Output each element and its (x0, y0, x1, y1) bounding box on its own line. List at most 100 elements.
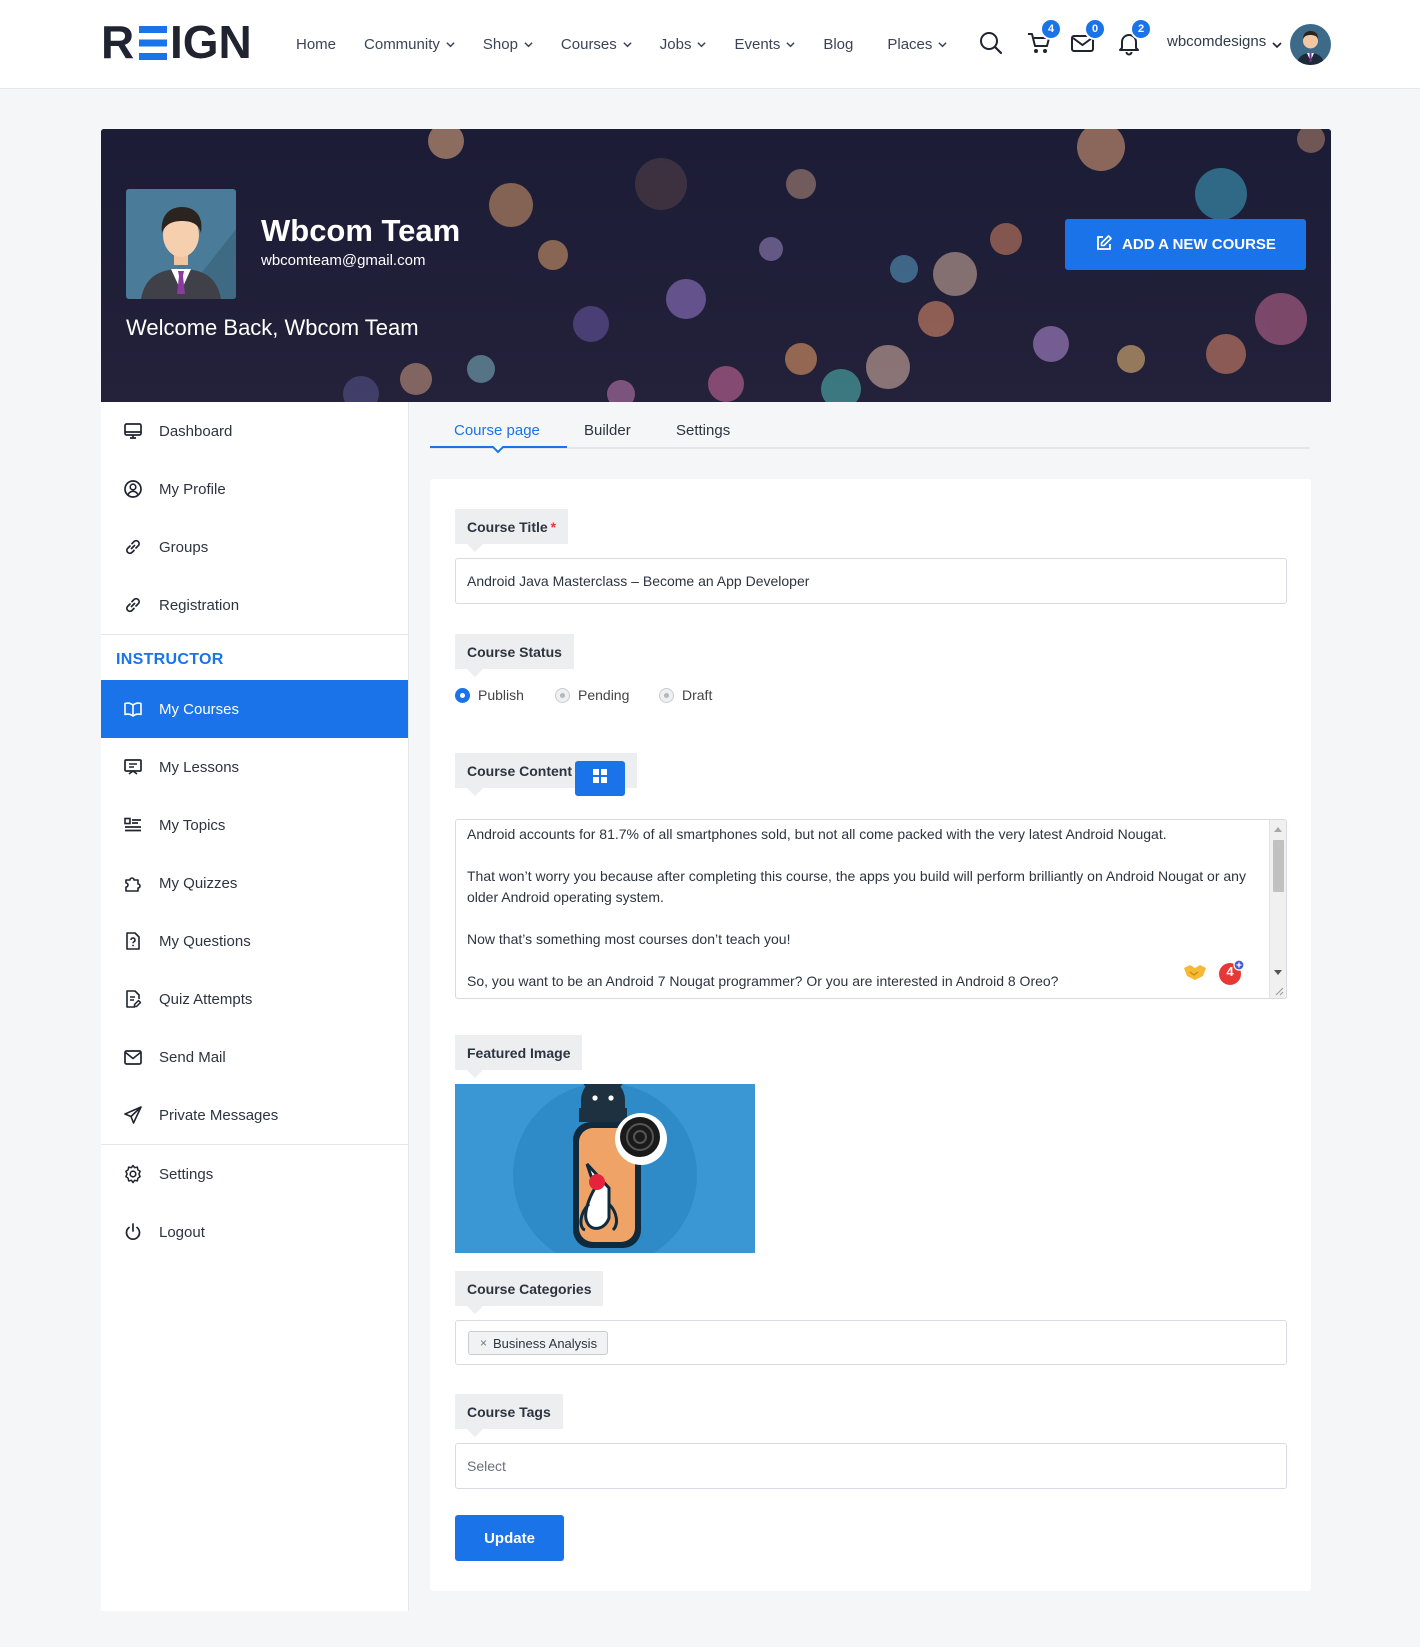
nav-events[interactable]: Events (734, 32, 795, 56)
add-new-course-label: ADD A NEW COURSE (1122, 236, 1276, 253)
radio-dot (555, 687, 570, 703)
scroll-down-arrow-icon[interactable] (1274, 970, 1282, 975)
update-button[interactable]: Update (455, 1515, 564, 1561)
nav-places-label: Places (887, 35, 933, 53)
radio-dot (455, 687, 470, 703)
sidebar-divider (101, 634, 408, 635)
sidebar-item-label: Quiz Attempts (159, 990, 253, 1008)
radio-dot (659, 687, 674, 703)
sidebar-item-my-lessons[interactable]: My Lessons (101, 738, 408, 796)
label-pointer (467, 1070, 483, 1078)
sidebar-item-label: My Courses (159, 700, 240, 718)
cart-button[interactable]: 4 (1026, 18, 1062, 56)
course-title-label-text: Course Title (467, 518, 548, 535)
nav-community-label: Community (364, 35, 440, 53)
sidebar-item-label: My Topics (159, 816, 226, 834)
course-tags-select[interactable]: Select (455, 1443, 1287, 1489)
username-label: wbcomdesigns (1167, 33, 1267, 50)
user-circle-icon (122, 478, 144, 500)
profile-photo[interactable] (126, 189, 236, 299)
main-nav: Home Community Shop Courses Jobs Events … (296, 32, 975, 56)
course-tags-label: Course Tags (455, 1394, 563, 1437)
scroll-up-arrow-icon[interactable] (1274, 827, 1282, 832)
course-status-label-text: Course Status (467, 643, 562, 660)
resize-handle-icon[interactable] (1274, 986, 1284, 996)
grammar-count: 4 (1226, 964, 1234, 979)
chevron-down-icon (786, 40, 795, 49)
sidebar-item-quiz-attempts[interactable]: Quiz Attempts (101, 970, 408, 1028)
notifications-button[interactable]: 2 (1116, 18, 1152, 56)
sidebar-item-my-quizzes[interactable]: My Quizzes (101, 854, 408, 912)
tab-builder[interactable]: Builder (584, 422, 631, 439)
sidebar-item-my-topics[interactable]: My Topics (101, 796, 408, 854)
sidebar-item-groups[interactable]: Groups (101, 518, 408, 576)
sidebar-item-registration[interactable]: Registration (101, 576, 408, 634)
nav-shop[interactable]: Shop (483, 32, 533, 56)
messages-button[interactable]: 0 (1070, 18, 1106, 56)
status-publish-radio[interactable]: Publish (455, 687, 524, 703)
sidebar-item-send-mail[interactable]: Send Mail (101, 1028, 408, 1086)
status-option-label: Draft (682, 687, 713, 703)
featured-image[interactable] (455, 1084, 755, 1253)
category-tag-label: Business Analysis (493, 1335, 598, 1351)
content-paragraph: So, you want to be an Android 7 Nougat p… (467, 973, 1059, 989)
course-title-input[interactable]: Android Java Masterclass – Become an App… (455, 558, 1287, 604)
add-new-course-button[interactable]: ADD A NEW COURSE (1065, 219, 1306, 270)
nav-home[interactable]: Home (296, 32, 336, 56)
search-icon[interactable] (978, 30, 1004, 56)
label-pointer (467, 1306, 483, 1314)
paper-plane-icon (122, 1104, 144, 1126)
nav-places[interactable]: Places (887, 32, 947, 56)
handshake-emoji-icon[interactable] (1182, 962, 1208, 982)
edit-icon (1095, 234, 1122, 256)
sidebar-item-dashboard[interactable]: Dashboard (101, 402, 408, 460)
sidebar-item-label: Registration (159, 596, 240, 614)
grid-icon (593, 769, 607, 788)
sidebar-item-settings[interactable]: Settings (101, 1145, 408, 1203)
top-header: R IGN Home Community Shop Courses Jobs E… (0, 0, 1420, 89)
sidebar-item-my-questions[interactable]: My Questions (101, 912, 408, 970)
status-pending-radio[interactable]: Pending (555, 687, 629, 703)
sidebar-item-my-courses[interactable]: My Courses (101, 680, 408, 738)
grammar-checker-badge[interactable]: 4 (1218, 959, 1245, 986)
sidebar-item-label: Dashboard (159, 422, 233, 440)
chevron-down-icon (1272, 37, 1282, 48)
course-status-label: Course Status (455, 634, 574, 677)
cart-count-badge: 4 (1040, 18, 1062, 40)
avatar[interactable] (1290, 24, 1331, 65)
book-icon (122, 698, 144, 720)
course-content-editor[interactable]: Android accounts for 81.7% of all smartp… (455, 819, 1287, 999)
list-icon (122, 814, 144, 836)
nav-home-label: Home (296, 35, 337, 53)
question-file-icon (122, 930, 144, 952)
nav-courses[interactable]: Courses (561, 32, 632, 56)
sidebar-item-private-messages[interactable]: Private Messages (101, 1086, 408, 1144)
status-draft-radio[interactable]: Draft (659, 687, 712, 703)
tab-settings[interactable]: Settings (676, 422, 730, 439)
sidebar-item-logout[interactable]: Logout (101, 1203, 408, 1261)
nav-blog[interactable]: Blog (823, 32, 853, 56)
notifications-count-badge: 2 (1130, 18, 1152, 40)
layout-grid-button[interactable] (575, 761, 625, 796)
mail-icon (122, 1046, 144, 1068)
reign-logo[interactable]: R IGN (101, 16, 253, 68)
sidebar-item-label: My Lessons (159, 758, 240, 776)
profile-email: wbcomteam@gmail.com (261, 252, 426, 269)
nav-jobs[interactable]: Jobs (660, 32, 707, 56)
instructor-heading: INSTRUCTOR (116, 651, 224, 668)
scroll-thumb[interactable] (1273, 840, 1284, 892)
label-pointer (467, 544, 483, 552)
remove-tag-icon[interactable]: × (480, 1336, 487, 1350)
sidebar-item-label: My Quizzes (159, 874, 238, 892)
content-paragraph: Now that’s something most courses don’t … (467, 931, 791, 947)
editor-scrollbar[interactable] (1269, 820, 1286, 998)
course-categories-select[interactable]: × Business Analysis (455, 1320, 1287, 1365)
chevron-down-icon (524, 40, 533, 49)
file-edit-icon (122, 988, 144, 1010)
label-pointer (467, 788, 483, 796)
nav-community[interactable]: Community (364, 32, 455, 56)
user-menu[interactable]: wbcomdesigns (1167, 33, 1282, 50)
tab-course-page[interactable]: Course page (454, 422, 540, 439)
sidebar-item-my-profile[interactable]: My Profile (101, 460, 408, 518)
nav-blog-label: Blog (823, 35, 854, 53)
